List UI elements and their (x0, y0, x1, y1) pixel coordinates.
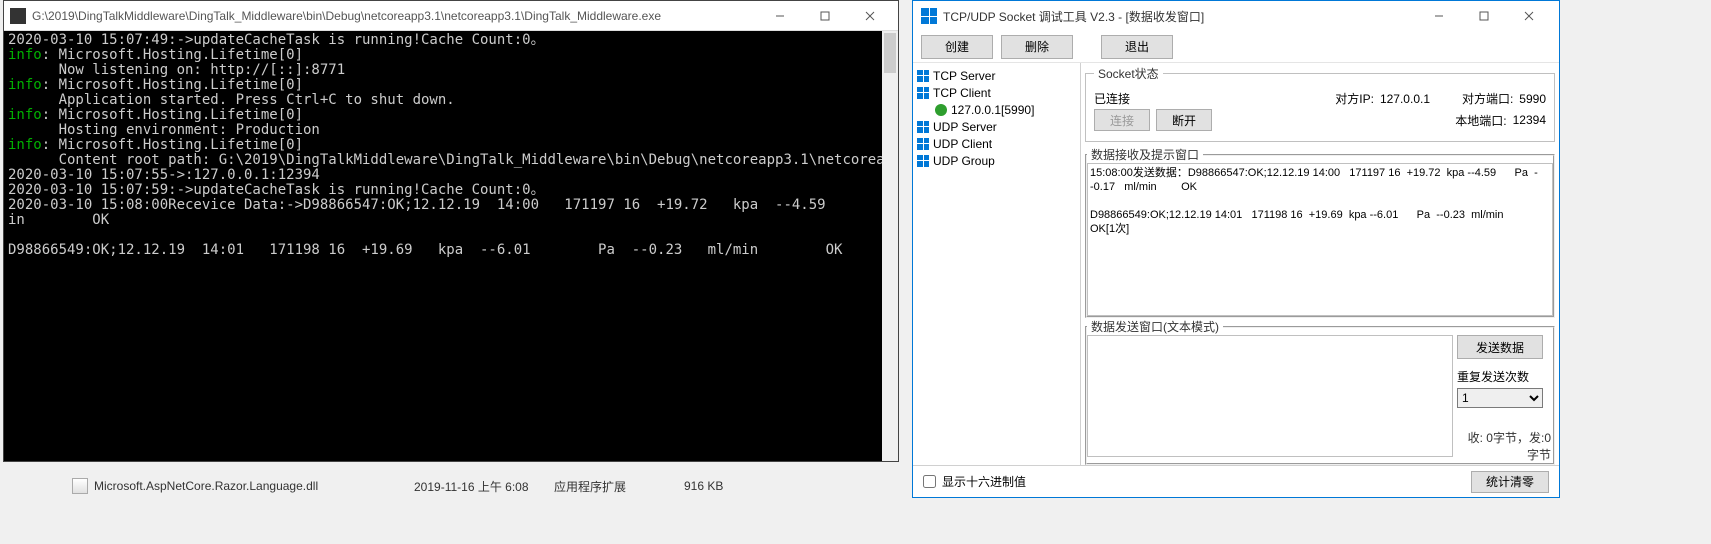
tree-item[interactable]: 127.0.0.1[5990] (917, 101, 1076, 118)
socket-toolbar: 创建 删除 退出 (913, 31, 1559, 63)
console-line: Hosting environment: Production (8, 123, 894, 138)
console-line: 2020-03-10 15:07:59:->updateCacheTask is… (8, 183, 894, 198)
send-group: 数据发送窗口(文本模式) 发送数据 重复发送次数 1 收: 0字节，发:0字节 (1085, 318, 1555, 465)
console-line: in OK (8, 213, 894, 228)
console-output[interactable]: 2020-03-10 15:07:49:->updateCacheTask is… (4, 31, 898, 461)
send-textarea[interactable] (1087, 335, 1453, 457)
create-button[interactable]: 创建 (921, 35, 993, 59)
maximize-button[interactable] (1461, 2, 1506, 30)
minimize-button[interactable] (1416, 2, 1461, 30)
close-button[interactable] (847, 2, 892, 30)
stat-clear-button[interactable]: 统计清零 (1471, 471, 1549, 493)
disconnect-button[interactable]: 断开 (1156, 109, 1212, 131)
recv-group: 数据接收及提示窗口 (1085, 146, 1555, 318)
socket-right-panel: Socket状态 已连接 对方IP: 127.0.0.1 对方端口: 5990 … (1081, 63, 1559, 465)
hex-label-text: 显示十六进制值 (942, 473, 1026, 490)
tree-item-label: 127.0.0.1[5990] (951, 103, 1034, 117)
hex-checkbox[interactable] (923, 475, 936, 488)
tree-item[interactable]: TCP Server (917, 67, 1076, 84)
socket-type-icon (917, 155, 929, 167)
tree-item[interactable]: TCP Client (917, 84, 1076, 101)
console-line: Application started. Press Ctrl+C to shu… (8, 93, 894, 108)
file-list-row[interactable]: Microsoft.AspNetCore.Razor.Language.dll … (72, 475, 892, 497)
recv-textarea[interactable] (1087, 163, 1553, 316)
send-side-panel: 发送数据 重复发送次数 1 收: 0字节，发:0字节 (1457, 335, 1553, 463)
peer-ip-label: 对方IP: (1335, 90, 1374, 107)
tree-item[interactable]: UDP Client (917, 135, 1076, 152)
connect-button[interactable]: 连接 (1094, 109, 1150, 131)
tree-item-label: UDP Client (933, 137, 992, 151)
file-type: 应用程序扩展 (554, 478, 684, 495)
status-legend: Socket状态 (1094, 65, 1163, 82)
file-size: 916 KB (684, 479, 764, 493)
connection-active-icon (935, 104, 947, 116)
console-exe-icon (10, 8, 26, 24)
console-line: 2020-03-10 15:07:49:->updateCacheTask is… (8, 33, 894, 48)
peer-ip-value: 127.0.0.1 (1380, 92, 1456, 106)
console-window: G:\2019\DingTalkMiddleware\DingTalk_Midd… (3, 0, 899, 462)
tree-item[interactable]: UDP Server (917, 118, 1076, 135)
dll-file-icon (72, 478, 88, 494)
maximize-button[interactable] (802, 2, 847, 30)
file-name: Microsoft.AspNetCore.Razor.Language.dll (94, 479, 414, 493)
console-line: info: Microsoft.Hosting.Lifetime[0] (8, 108, 894, 123)
send-legend: 数据发送窗口(文本模式) (1087, 318, 1223, 335)
socket-title: TCP/UDP Socket 调试工具 V2.3 - [数据收发窗口] (943, 8, 1416, 25)
console-line: Now listening on: http://[::]:8771 (8, 63, 894, 78)
send-data-button[interactable]: 发送数据 (1457, 335, 1543, 359)
repeat-label: 重复发送次数 (1457, 368, 1529, 385)
socket-type-icon (917, 70, 929, 82)
console-window-controls (757, 2, 892, 30)
console-line: info: Microsoft.Hosting.Lifetime[0] (8, 48, 894, 63)
socket-app-icon (921, 8, 937, 24)
repeat-count-select[interactable]: 1 (1457, 388, 1543, 408)
local-port-value: 12394 (1513, 113, 1546, 127)
tree-item-label: UDP Server (933, 120, 997, 134)
scrollbar-thumb[interactable] (884, 33, 896, 73)
close-button[interactable] (1506, 2, 1551, 30)
local-port-label: 本地端口: (1455, 112, 1506, 129)
file-date: 2019-11-16 上午 6:08 (414, 478, 554, 495)
exit-button[interactable]: 退出 (1101, 35, 1173, 59)
console-line: 2020-03-10 15:07:55->:127.0.0.1:12394 (8, 168, 894, 183)
socket-bottom-bar: 显示十六进制值 统计清零 (913, 465, 1559, 497)
console-line: 2020-03-10 15:08:00Recevice Data:->D9886… (8, 198, 894, 213)
tree-item-label: TCP Server (933, 69, 995, 83)
socket-window-controls (1416, 2, 1551, 30)
socket-titlebar[interactable]: TCP/UDP Socket 调试工具 V2.3 - [数据收发窗口] (913, 1, 1559, 31)
socket-type-icon (917, 121, 929, 133)
socket-main: TCP Server TCP Client 127.0.0.1[5990] UDP S… (913, 63, 1559, 465)
socket-status-group: Socket状态 已连接 对方IP: 127.0.0.1 对方端口: 5990 … (1085, 65, 1555, 142)
socket-type-icon (917, 87, 929, 99)
peer-port-label: 对方端口: (1462, 90, 1513, 107)
console-line: Content root path: G:\2019\DingTalkMiddl… (8, 153, 894, 168)
delete-button[interactable]: 删除 (1001, 35, 1073, 59)
tree-item[interactable]: UDP Group (917, 152, 1076, 169)
socket-tool-window: TCP/UDP Socket 调试工具 V2.3 - [数据收发窗口] 创建 删… (912, 0, 1560, 498)
peer-port-value: 5990 (1519, 92, 1546, 106)
recv-legend: 数据接收及提示窗口 (1087, 146, 1203, 163)
console-line (8, 228, 894, 243)
console-line: info: Microsoft.Hosting.Lifetime[0] (8, 138, 894, 153)
socket-tree[interactable]: TCP Server TCP Client 127.0.0.1[5990] UDP S… (913, 63, 1081, 465)
connected-label: 已连接 (1094, 90, 1194, 107)
tree-item-label: TCP Client (933, 86, 991, 100)
io-stats: 收: 0字节，发:0字节 (1457, 429, 1553, 463)
console-line: D98866549:OK;12.12.19 14:01 171198 16 +1… (8, 243, 894, 258)
console-scrollbar[interactable] (882, 31, 898, 461)
console-line: info: Microsoft.Hosting.Lifetime[0] (8, 78, 894, 93)
tree-item-label: UDP Group (933, 154, 995, 168)
console-title: G:\2019\DingTalkMiddleware\DingTalk_Midd… (32, 9, 757, 23)
hex-checkbox-label[interactable]: 显示十六进制值 (923, 473, 1026, 490)
console-titlebar[interactable]: G:\2019\DingTalkMiddleware\DingTalk_Midd… (4, 1, 898, 31)
minimize-button[interactable] (757, 2, 802, 30)
socket-type-icon (917, 138, 929, 150)
